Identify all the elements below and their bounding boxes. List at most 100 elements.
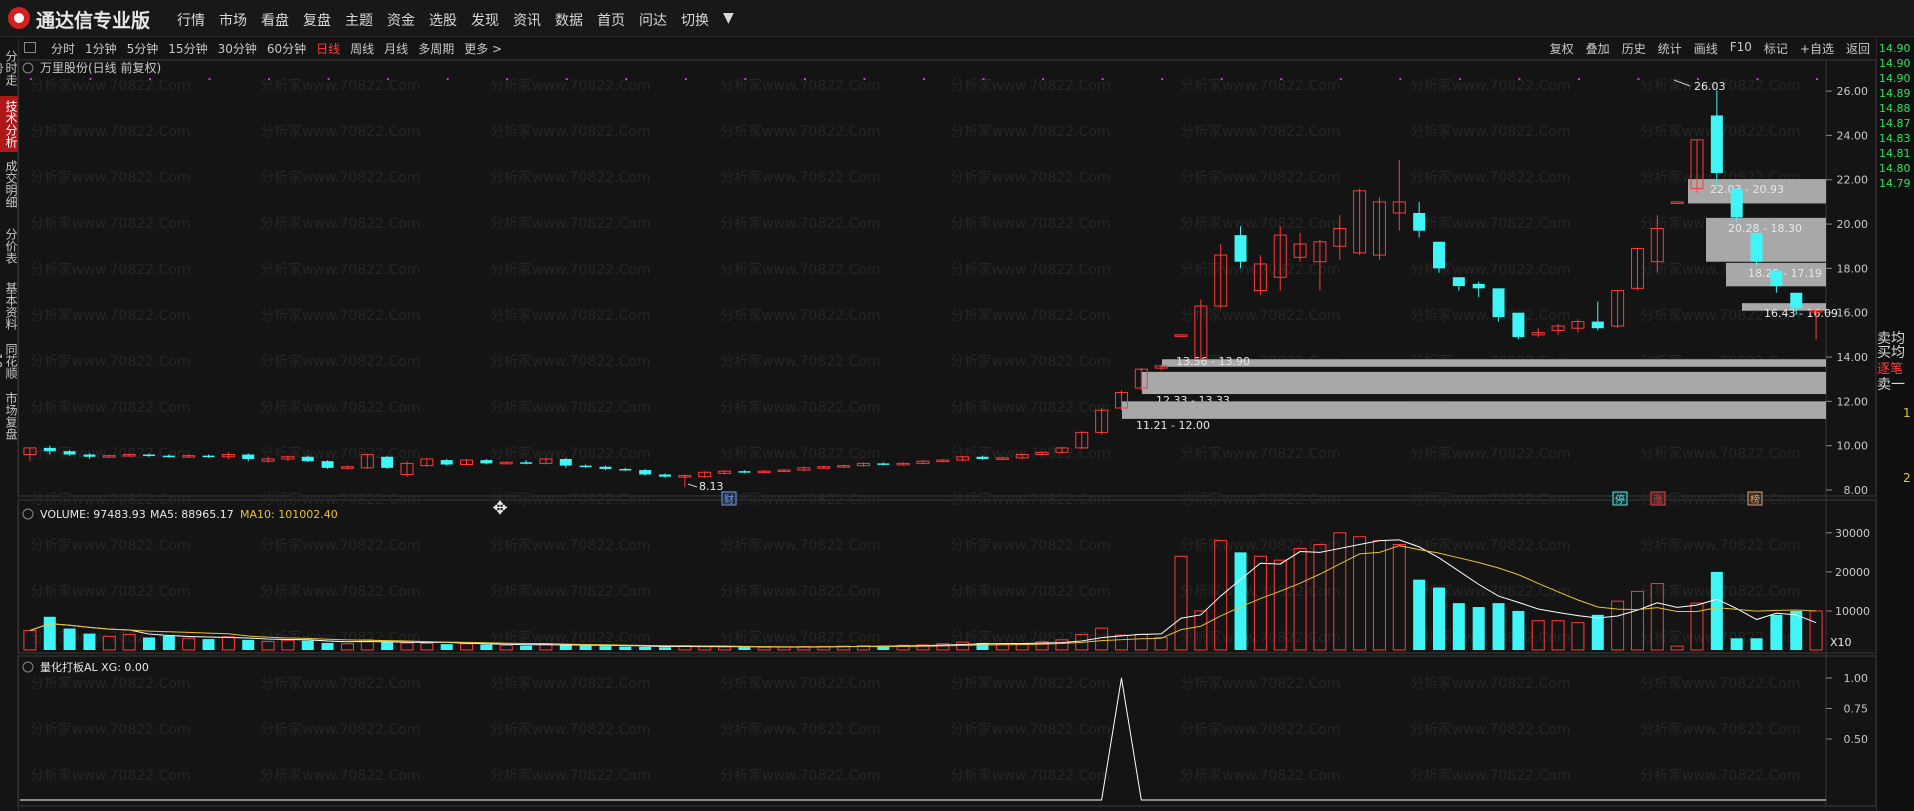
volume-toggle-icon — [22, 508, 34, 520]
watermark: 分析家www.70822.Com — [1410, 215, 1570, 232]
quote-label-ask1: 卖一 — [1877, 377, 1905, 393]
top-marker-dot — [1280, 78, 1283, 80]
top-marker-dot — [387, 78, 390, 80]
watermark: 分析家www.70822.Com — [1410, 123, 1570, 140]
quote-price: 14.80 — [1879, 162, 1911, 175]
volume-bar — [1710, 571, 1723, 650]
volume-bar — [1512, 610, 1525, 650]
watermark: 分析家www.70822.Com — [720, 629, 880, 646]
quote-price: 14.87 — [1879, 117, 1911, 130]
watermark: 分析家www.70822.Com — [950, 399, 1110, 416]
watermark: 分析家www.70822.Com — [1180, 215, 1340, 232]
high-price-label: 26.03 — [1694, 80, 1726, 93]
watermark: 分析家www.70822.Com — [720, 583, 880, 600]
volume-bar — [499, 644, 513, 651]
watermark: 分析家www.70822.Com — [720, 123, 880, 140]
volume-bar — [1492, 603, 1505, 650]
price-zone-label: 20.28 - 18.30 — [1728, 222, 1802, 235]
watermark: 分析家www.70822.Com — [260, 123, 420, 140]
watermark: 分析家www.70822.Com — [30, 307, 190, 324]
candle-body — [1452, 277, 1465, 287]
top-marker-dot — [29, 78, 32, 80]
volume-bar — [1392, 544, 1406, 651]
quote-price: 14.83 — [1879, 132, 1911, 145]
watermark: 分析家www.70822.Com — [260, 675, 420, 692]
candle-body — [520, 462, 533, 464]
watermark: 分析家www.70822.Com — [1410, 537, 1570, 554]
top-marker-dot — [1458, 78, 1461, 80]
watermark: 分析家www.70822.Com — [490, 491, 650, 508]
volume-bar — [460, 643, 474, 651]
watermark: 分析家www.70822.Com — [490, 353, 650, 370]
price-zone-label: 22.03 - 20.93 — [1710, 183, 1784, 196]
top-marker-dot — [1339, 78, 1342, 80]
price-axis-label: 18.00 — [1837, 262, 1869, 275]
watermark: 分析家www.70822.Com — [1180, 491, 1340, 508]
watermark: 分析家www.70822.Com — [720, 491, 880, 508]
watermark: 分析家www.70822.Com — [30, 261, 190, 278]
candle-body — [599, 466, 612, 469]
watermark: 分析家www.70822.Com — [1180, 583, 1340, 600]
candle-body — [738, 471, 751, 473]
volume-ma5: MA5: 88965.17 — [150, 508, 234, 521]
watermark: 分析家www.70822.Com — [950, 675, 1110, 692]
candle-body — [1413, 212, 1426, 231]
volume-bar — [440, 644, 453, 650]
top-marker-dot — [1577, 78, 1580, 80]
watermark: 分析家www.70822.Com — [490, 261, 650, 278]
price-zone-label: 16.43 - 16.09 — [1764, 307, 1838, 320]
watermark: 分析家www.70822.Com — [1410, 445, 1570, 462]
watermark: 分析家www.70822.Com — [720, 537, 880, 554]
kline-chart[interactable]: 分析家www.70822.Com 分析家www.70822.Com 分析家www.7… — [0, 0, 1876, 811]
watermark: 分析家www.70822.Com — [30, 399, 190, 416]
volume-bar — [321, 642, 334, 650]
watermark: 分析家www.70822.Com — [720, 215, 880, 232]
watermark: 分析家www.70822.Com — [950, 169, 1110, 186]
volume-bar — [1730, 638, 1743, 650]
indicator-axis-label: 0.75 — [1844, 703, 1869, 716]
quote-num: 2 — [1903, 471, 1911, 485]
watermark: 分析家www.70822.Com — [950, 77, 1110, 94]
top-marker-dot — [1101, 78, 1104, 80]
volume-bar — [520, 645, 533, 650]
watermark: 分析家www.70822.Com — [1410, 491, 1570, 508]
price-axis-label: 8.00 — [1844, 484, 1869, 497]
watermark: 分析家www.70822.Com — [260, 537, 420, 554]
watermark: 分析家www.70822.Com — [720, 445, 880, 462]
quote-price: 14.88 — [1879, 102, 1911, 115]
top-marker-dot — [208, 78, 211, 80]
watermark: 分析家www.70822.Com — [30, 583, 190, 600]
volume-unit: X10 — [1830, 636, 1852, 649]
watermark: 分析家www.70822.Com — [1180, 445, 1340, 462]
watermark: 分析家www.70822.Com — [1180, 629, 1340, 646]
volume-bar — [559, 644, 572, 650]
watermark: 分析家www.70822.Com — [490, 675, 650, 692]
price-axis-label: 26.00 — [1837, 85, 1869, 98]
watermark: 分析家www.70822.Com — [260, 353, 420, 370]
volume-bar — [420, 642, 434, 651]
volume-bar — [579, 645, 592, 650]
watermark: 分析家www.70822.Com — [30, 77, 190, 94]
volume-axis-label: 20000 — [1835, 566, 1870, 579]
watermark: 分析家www.70822.Com — [260, 491, 420, 508]
watermark: 分析家www.70822.Com — [1410, 169, 1570, 186]
watermark: 分析家www.70822.Com — [30, 445, 190, 462]
volume-bar — [1452, 603, 1465, 650]
watermark: 分析家www.70822.Com — [720, 767, 880, 784]
candle-body — [1790, 292, 1803, 309]
quote-price: 14.90 — [1879, 72, 1911, 85]
candle-body — [1750, 232, 1763, 262]
watermark: 分析家www.70822.Com — [1410, 767, 1570, 784]
watermark: 分析家www.70822.Com — [950, 353, 1110, 370]
watermark: 分析家www.70822.Com — [1180, 537, 1340, 554]
watermark: 分析家www.70822.Com — [950, 307, 1110, 324]
watermark: 分析家www.70822.Com — [30, 537, 190, 554]
quote-price: 14.90 — [1879, 57, 1911, 70]
watermark: 分析家www.70822.Com — [30, 491, 190, 508]
top-marker-dot — [1042, 78, 1045, 80]
candle-body — [1730, 188, 1743, 218]
watermark: 分析家www.70822.Com — [490, 215, 650, 232]
candle-body — [242, 454, 255, 459]
volume-bar — [1591, 614, 1604, 650]
quote-price: 14.90 — [1879, 42, 1911, 55]
